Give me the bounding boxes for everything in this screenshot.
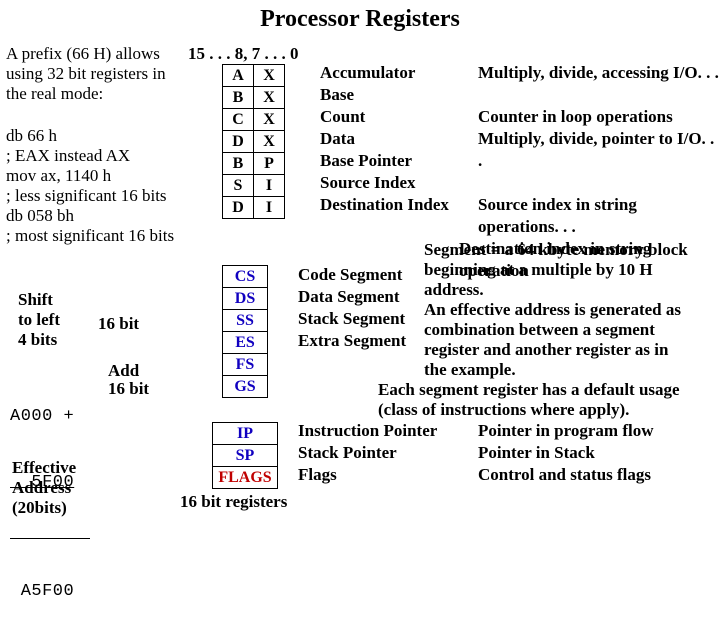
cell: X [254, 87, 285, 109]
bit-range-label: 15 . . . 8, 7 . . . 0 [188, 44, 299, 64]
text: Base Pointer [320, 150, 449, 172]
cell: S [223, 175, 254, 197]
text: combination between a segment [424, 320, 688, 340]
text: A5F00 [10, 581, 90, 603]
bottom-label: 16 bit registers [180, 492, 287, 512]
cell: X [254, 65, 285, 87]
text: Extra Segment [298, 330, 406, 352]
text: Address [12, 478, 76, 498]
segment-descriptions: Code Segment Data Segment Stack Segment … [298, 264, 406, 352]
segment-register-table: CS DS SS ES FS GS [222, 265, 268, 398]
prefix-note: A prefix (66 H) allows using 32 bit regi… [6, 44, 166, 104]
text: Shift [18, 290, 60, 310]
shift-note: Shift to left 4 bits [18, 290, 60, 350]
page-title: Processor Registers [0, 0, 720, 33]
text: Pointer in Stack [478, 442, 654, 464]
cell: D [223, 131, 254, 153]
cell: FS [223, 354, 268, 376]
segment-paragraph: Segment = a 64 kbyte memory block beginn… [424, 240, 688, 380]
text: db 66 h [6, 126, 174, 146]
text: 4 bits [18, 330, 60, 350]
misc-right-notes: Pointer in program flow Pointer in Stack… [478, 420, 654, 486]
text: Code Segment [298, 264, 406, 286]
text: Counter in loop operations [478, 106, 720, 128]
text: Each segment register has a default usag… [378, 380, 680, 400]
text: ; EAX instead AX [6, 146, 174, 166]
text: (20bits) [12, 498, 76, 518]
text: Multiply, divide, pointer to I/O. . . [478, 128, 720, 172]
cell: DS [223, 288, 268, 310]
text: to left [18, 310, 60, 330]
text: the real mode: [6, 84, 166, 104]
cell: B [223, 153, 254, 175]
text: Accumulator [320, 62, 449, 84]
shift-16bit: 16 bit [98, 314, 139, 334]
text: Source index in string operations. . . [478, 194, 720, 238]
text: Data [320, 128, 449, 150]
text: Stack Segment [298, 308, 406, 330]
cell: D [223, 197, 254, 219]
text: address. [424, 280, 688, 300]
text: the example. [424, 360, 688, 380]
text: Add [108, 362, 149, 380]
cell: SS [223, 310, 268, 332]
gp-register-table: AX BX CX DX BP SI DI [222, 64, 285, 219]
segment-paragraph-2: Each segment register has a default usag… [378, 380, 680, 420]
text: ; most significant 16 bits [6, 226, 174, 246]
asm-block: db 66 h ; EAX instead AX mov ax, 1140 h … [6, 126, 174, 246]
text: (class of instructions where apply). [378, 400, 680, 420]
cell: B [223, 87, 254, 109]
text: Pointer in program flow [478, 420, 654, 442]
misc-register-table: IP SP FLAGS [212, 422, 278, 489]
text: beginning at a multiple by 10 H [424, 260, 688, 280]
text: using 32 bit registers in [6, 64, 166, 84]
cell: I [254, 197, 285, 219]
text: A000 + [10, 406, 90, 428]
text: db 058 bh [6, 206, 174, 226]
text: Base [320, 84, 449, 106]
text: Destination Index [320, 194, 449, 216]
cell: ES [223, 332, 268, 354]
cell: IP [213, 423, 278, 445]
cell: SP [213, 445, 278, 467]
cell: P [254, 153, 285, 175]
cell: C [223, 109, 254, 131]
cell: FLAGS [213, 467, 278, 489]
cell: X [254, 131, 285, 153]
gp-descriptions: Accumulator Base Count Data Base Pointer… [320, 62, 449, 216]
cell: X [254, 109, 285, 131]
text: Control and status flags [478, 464, 654, 486]
effective-address: Effective Address (20bits) [12, 458, 76, 518]
text: Count [320, 106, 449, 128]
text: Effective [12, 458, 76, 478]
text: register and another register as in [424, 340, 688, 360]
text: Source Index [320, 172, 449, 194]
cell: A [223, 65, 254, 87]
text: 16 bit [108, 380, 149, 398]
text: Multiply, divide, accessing I/O. . . [478, 62, 720, 84]
add-note: Add 16 bit [108, 362, 149, 398]
text: mov ax, 1140 h [6, 166, 174, 186]
misc-descriptions: Instruction Pointer Stack Pointer Flags [298, 420, 437, 486]
cell: CS [223, 266, 268, 288]
cell: I [254, 175, 285, 197]
cell: GS [223, 376, 268, 398]
text: Segment = a 64 kbyte memory block [424, 240, 688, 260]
text: An effective address is generated as [424, 300, 688, 320]
text: Instruction Pointer [298, 420, 437, 442]
text: Stack Pointer [298, 442, 437, 464]
text: A prefix (66 H) allows [6, 44, 166, 64]
text: ; less significant 16 bits [6, 186, 174, 206]
text: Data Segment [298, 286, 406, 308]
text: Flags [298, 464, 437, 486]
